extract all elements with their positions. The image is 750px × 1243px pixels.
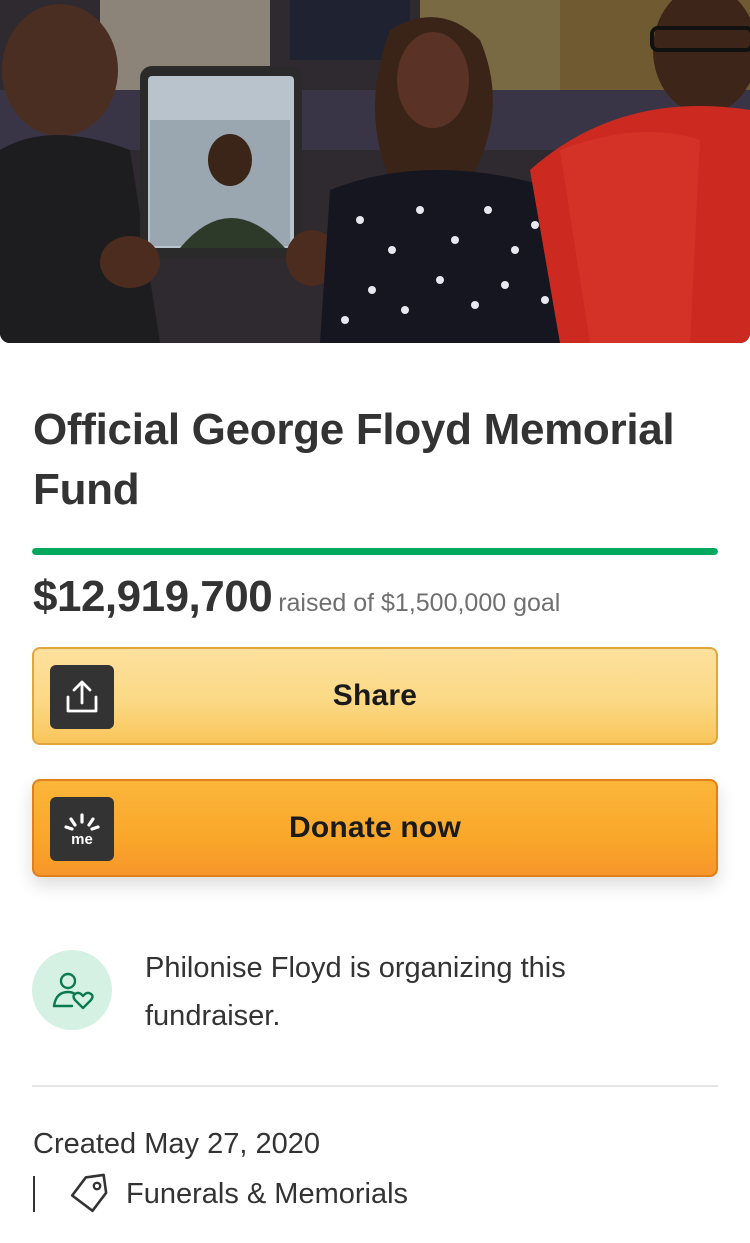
share-upload-icon	[50, 665, 114, 729]
progress-bar	[32, 548, 718, 555]
created-date: Created May 27, 2020	[33, 1128, 320, 1160]
progress-bar-fill	[32, 548, 718, 555]
donate-now-button[interactable]: me Donate now	[32, 779, 718, 877]
share-button[interactable]: Share	[32, 647, 718, 745]
raised-goal-text: raised of $1,500,000 goal	[278, 589, 561, 617]
tag-icon[interactable]	[68, 1173, 112, 1213]
raised-amount: $12,919,700	[33, 572, 273, 621]
funds-raised-summary: $12,919,700 raised of $1,500,000 goal	[33, 572, 723, 622]
campaign-hero-photo	[0, 0, 750, 343]
svg-text:me: me	[71, 831, 93, 848]
share-button-label: Share	[332, 679, 418, 712]
organizer-text[interactable]: Philonise Floyd is organizing this fundr…	[145, 944, 685, 1040]
category-link[interactable]: Funerals & Memorials	[126, 1174, 408, 1214]
category-separator	[33, 1176, 35, 1212]
campaign-title: Official George Floyd Memorial Fund	[33, 405, 675, 514]
donate-now-label: Donate now	[289, 811, 461, 844]
user-heart-icon	[52, 972, 94, 1010]
gofundme-logo-icon: me	[50, 797, 114, 861]
organizer-avatar	[32, 950, 112, 1030]
section-divider	[32, 1085, 718, 1087]
